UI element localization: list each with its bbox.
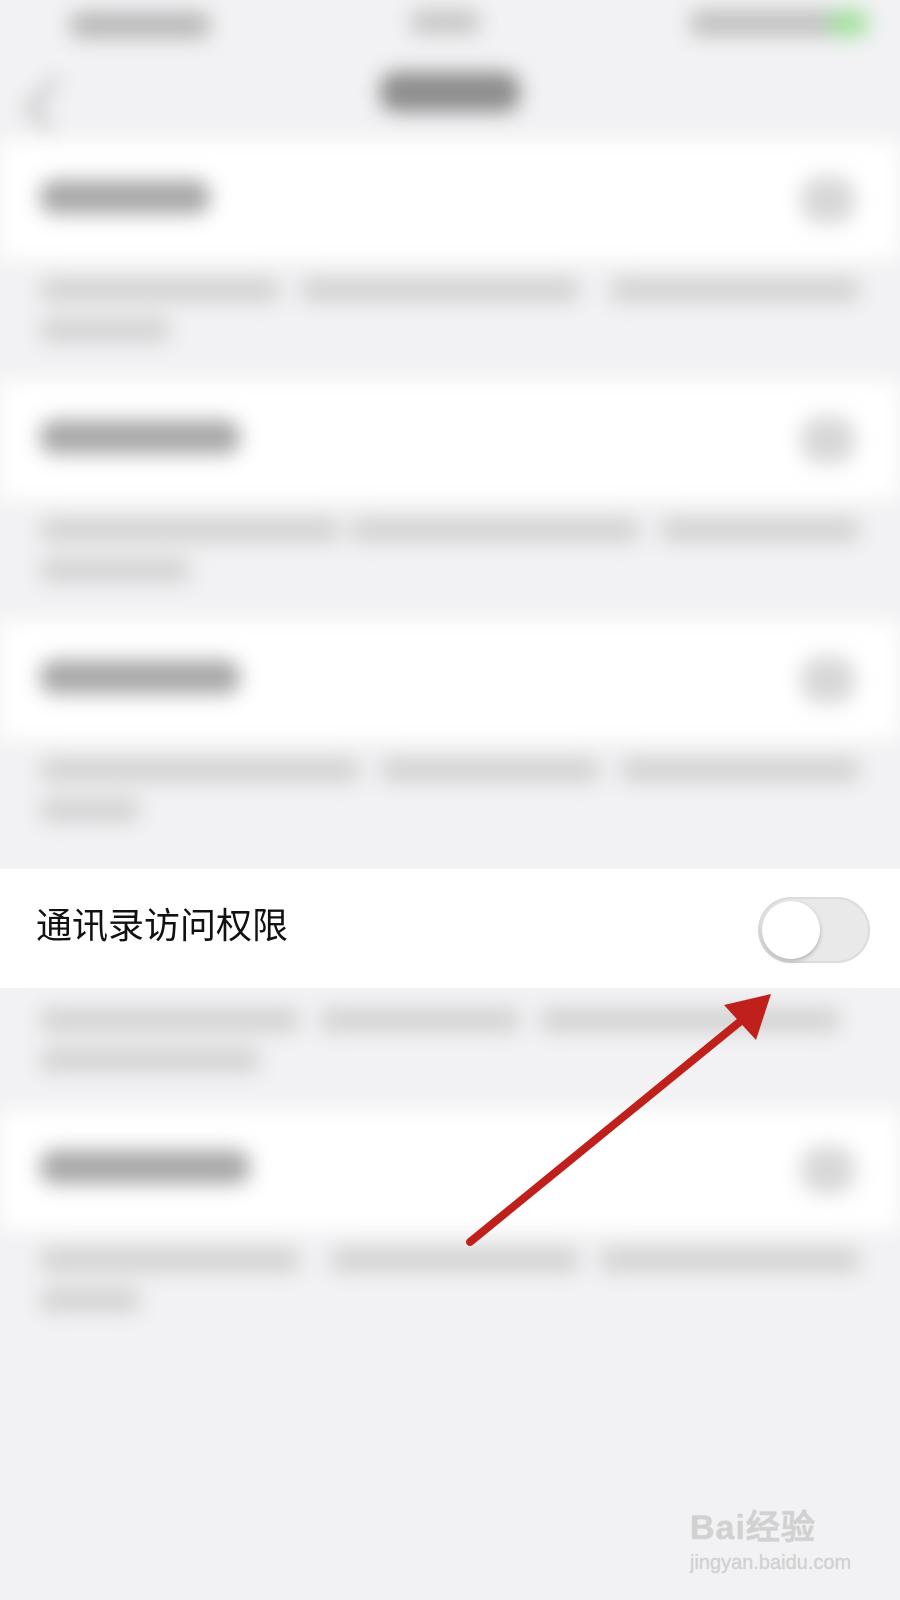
toggle-switch[interactable]	[800, 1146, 856, 1194]
back-arrow-icon[interactable]	[23, 76, 79, 132]
watermark: Bai经验 jingyan.baidu.com	[690, 1500, 880, 1580]
setting-label	[40, 1150, 250, 1184]
watermark-brand: Bai经验	[690, 1509, 816, 1547]
settings-row[interactable]	[0, 380, 900, 500]
settings-row[interactable]	[0, 620, 900, 740]
setting-description	[0, 500, 900, 620]
watermark-url: jingyan.baidu.com	[690, 1552, 852, 1574]
page-title	[380, 72, 520, 112]
setting-description	[0, 260, 900, 380]
contacts-access-row[interactable]: 通讯录访问权限	[0, 869, 900, 988]
setting-description	[0, 990, 900, 1110]
status-bar-left	[70, 12, 210, 38]
setting-description	[0, 1230, 900, 1350]
toggle-knob	[762, 901, 820, 959]
blurred-background	[0, 0, 900, 1600]
setting-description	[0, 740, 900, 860]
setting-label	[40, 660, 240, 694]
settings-row[interactable]	[0, 1110, 900, 1230]
contacts-access-label: 通讯录访问权限	[36, 906, 289, 947]
setting-label	[40, 180, 210, 214]
battery-icon	[830, 10, 868, 36]
toggle-switch[interactable]	[800, 416, 856, 464]
nav-bar	[0, 60, 900, 140]
settings-row[interactable]	[0, 140, 900, 260]
setting-label	[40, 420, 240, 454]
toggle-switch[interactable]	[800, 176, 856, 224]
contacts-access-toggle[interactable]	[758, 897, 870, 963]
status-bar	[0, 0, 900, 60]
toggle-switch[interactable]	[800, 656, 856, 704]
status-bar-time	[410, 10, 480, 34]
